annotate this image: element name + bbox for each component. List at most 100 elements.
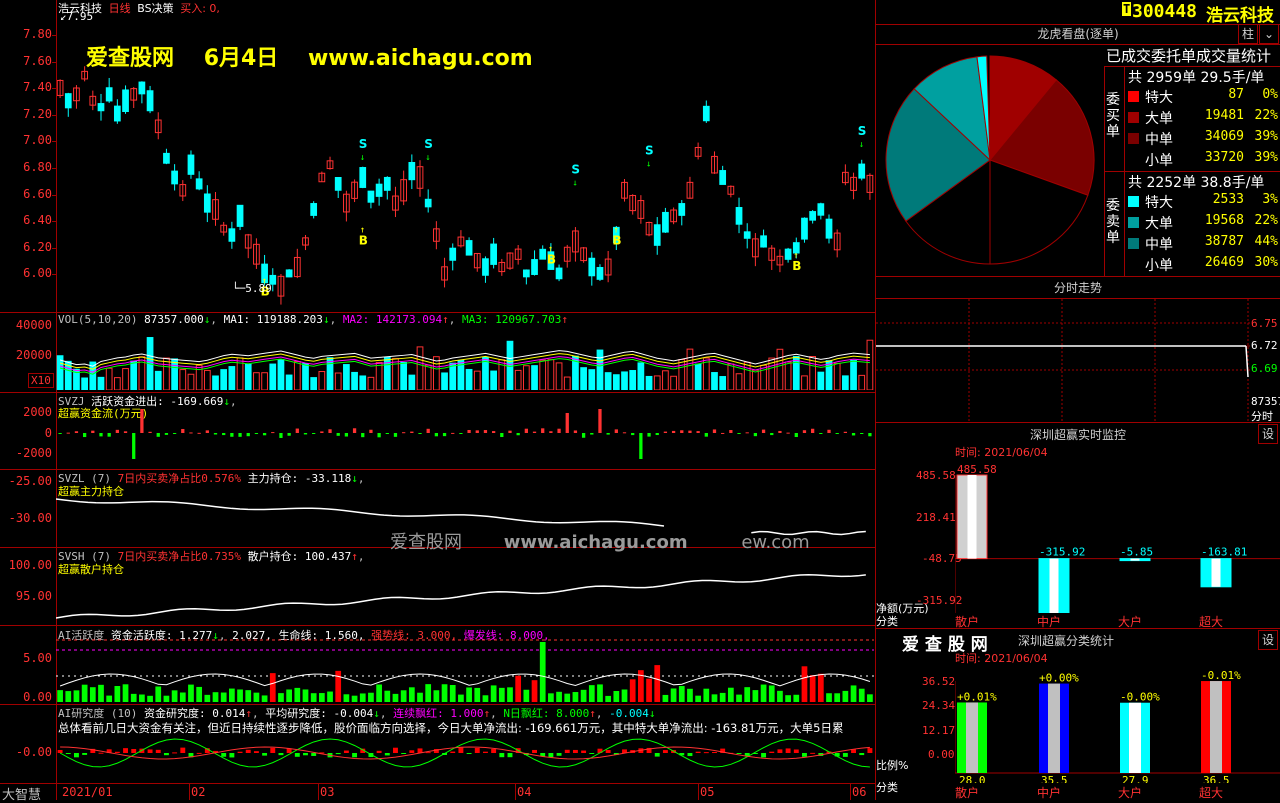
activity-bar <box>237 689 243 702</box>
activity-bar <box>842 690 849 702</box>
more-button[interactable]: ⌄ <box>1259 24 1279 44</box>
monitor-settings-button[interactable]: 设 <box>1258 424 1278 444</box>
candle <box>588 257 596 277</box>
activity-bar <box>539 642 546 702</box>
fund-flow-bar <box>802 430 807 433</box>
candle <box>138 81 146 95</box>
candle <box>531 259 538 275</box>
activity-bar <box>269 673 276 702</box>
candle <box>285 269 293 278</box>
ai-res-chart[interactable] <box>56 735 874 782</box>
candle <box>825 218 833 239</box>
kline-min-label: └─5.89 <box>232 282 272 295</box>
fund-flow-bar <box>451 432 455 434</box>
fund-flow-bar <box>262 433 267 436</box>
monitor-bar-chart[interactable]: 485.58 -315.92 -5.85 -163.81 <box>955 455 1280 613</box>
sell-signal: S <box>424 137 433 151</box>
vol-chart[interactable] <box>56 326 874 390</box>
activity-bar <box>678 686 685 702</box>
classify-settings-button[interactable]: 设 <box>1258 630 1278 650</box>
lhb-sell-row: 中单 38787 44% <box>1124 234 1280 255</box>
fund-flow-bar <box>434 433 439 437</box>
fund-flow-bar <box>770 433 774 436</box>
research-bar <box>482 751 488 753</box>
research-bar <box>564 749 570 753</box>
fund-flow-bar <box>557 428 561 433</box>
svsh-chart[interactable] <box>56 556 874 622</box>
fund-flow-bar <box>164 433 169 435</box>
kline-ytick: 6.40 <box>23 213 52 228</box>
research-bar <box>793 749 799 753</box>
ai-act-ytick: 0.00 <box>23 690 52 704</box>
fund-flow-bar <box>524 428 528 433</box>
lhb-buy-row: 大单 19481 22% <box>1124 108 1280 129</box>
classify-delta-label: -0.00% <box>1120 691 1160 704</box>
activity-bar <box>392 693 399 702</box>
classify-delta-label: +0.01% <box>957 690 997 703</box>
classify-ytick: 36.52 <box>922 675 956 688</box>
volume-bar <box>531 365 538 390</box>
candle <box>490 243 497 265</box>
sell-signal: S <box>858 124 867 138</box>
row-count: 34069 <box>1204 129 1244 144</box>
volume-bar <box>735 373 743 390</box>
app-corner-label[interactable]: 大智慧 <box>2 784 41 803</box>
fund-flow-bar <box>483 430 488 433</box>
volume-bar <box>547 359 555 390</box>
candle <box>809 211 817 221</box>
lhb-buy-row: 特大 87 0% <box>1124 87 1280 108</box>
volume-bar <box>563 376 571 390</box>
candle <box>113 105 121 122</box>
sell-signal: S <box>571 162 580 176</box>
svzj-ytick: -2000 <box>15 446 52 460</box>
volume-bar <box>375 361 383 390</box>
row-label: 大单 <box>1145 111 1173 127</box>
activity-bar <box>400 690 407 702</box>
candle <box>383 176 391 191</box>
research-bar <box>343 750 349 753</box>
fenshi-ytick: 6.72 <box>1251 339 1278 352</box>
volume-bar <box>154 370 162 390</box>
activity-bar <box>384 690 391 702</box>
volume-bar <box>253 372 260 390</box>
activity-bar <box>670 688 677 702</box>
activity-bar <box>155 686 162 702</box>
lhb-pie-chart[interactable] <box>880 50 1100 270</box>
volume-bar <box>833 362 841 390</box>
fenshi-chart[interactable] <box>876 299 1250 421</box>
row-percent: 22% <box>1254 108 1278 123</box>
fund-flow-bar <box>860 433 864 434</box>
classify-bar-chart[interactable]: +0.01% 28.0 +0.00% 35.5 -0.00% 27.9 -0.01% 36.5 <box>955 663 1280 783</box>
activity-bar <box>850 685 857 702</box>
activity-bar <box>719 692 726 702</box>
activity-bar <box>114 686 121 702</box>
separator <box>876 628 1280 629</box>
row-label: 特大 <box>1145 195 1173 211</box>
candle <box>97 103 105 112</box>
activity-bar <box>294 687 301 702</box>
row-count: 33720 <box>1204 150 1244 165</box>
zhu-button[interactable]: 柱 <box>1238 24 1258 44</box>
candle <box>334 177 342 191</box>
fund-flow-bar <box>246 433 250 437</box>
classify-delta-label: -0.01% <box>1201 669 1241 682</box>
research-bar <box>777 749 783 753</box>
candle <box>858 163 866 179</box>
research-bar <box>409 750 415 753</box>
volume-bar <box>449 362 457 390</box>
fund-flow-bar <box>729 430 733 433</box>
svzj-chart[interactable] <box>56 400 874 468</box>
volume-bar <box>752 369 759 390</box>
ai-act-chart[interactable] <box>56 636 874 703</box>
activity-bar <box>261 695 268 702</box>
activity-bar <box>89 687 96 702</box>
activity-bar <box>130 693 137 702</box>
classify-category-label: 大户 <box>1118 786 1143 800</box>
activity-bar <box>858 688 865 702</box>
lhb-sell-row: 小单 26469 30% <box>1124 255 1280 276</box>
activity-bar <box>662 694 669 702</box>
research-bar <box>556 753 562 756</box>
activity-bar <box>359 693 366 702</box>
color-swatch <box>1128 259 1139 270</box>
activity-bar <box>368 692 374 702</box>
